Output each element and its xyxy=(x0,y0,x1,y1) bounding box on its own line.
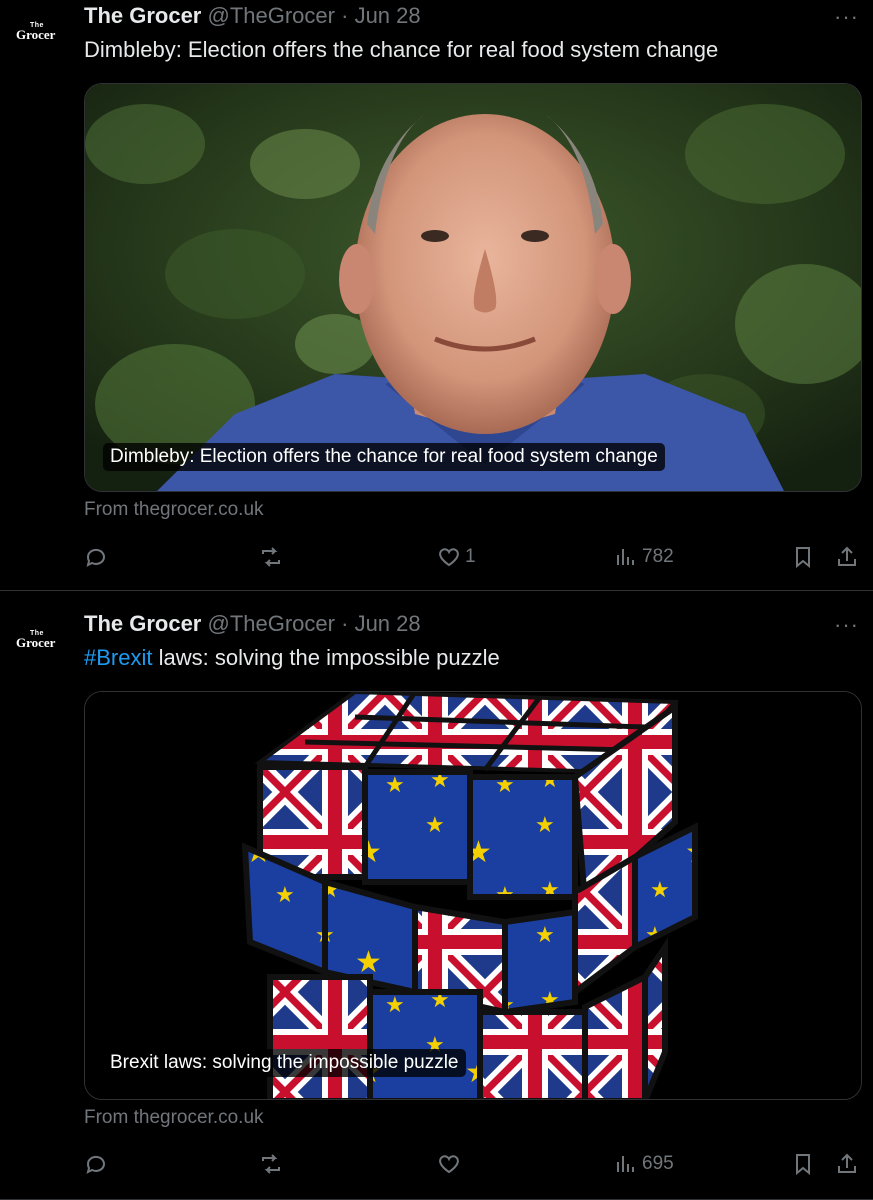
views-button[interactable]: 695 xyxy=(614,1149,674,1179)
heart-icon xyxy=(439,1155,459,1174)
bookmark-button[interactable] xyxy=(791,542,815,572)
reply-button[interactable] xyxy=(84,1149,108,1179)
user-handle[interactable]: @TheGrocer xyxy=(208,3,335,28)
retweet-button[interactable] xyxy=(259,542,283,572)
more-options-icon[interactable]: ··· xyxy=(834,614,859,636)
separator: · xyxy=(341,3,349,28)
more-options-icon[interactable]: ··· xyxy=(834,6,859,28)
user-handle[interactable]: @TheGrocer xyxy=(208,611,335,636)
tweet-text: Dimbleby: Election offers the chance for… xyxy=(84,37,719,62)
tweet-text-rest: laws: solving the impossible puzzle xyxy=(152,645,500,670)
like-count: 1 xyxy=(465,546,476,567)
like-button[interactable]: 1 xyxy=(437,542,476,572)
reply-icon xyxy=(86,548,105,567)
timestamp[interactable]: Jun 28 xyxy=(355,3,421,28)
retweet-icon xyxy=(262,547,280,567)
tweet-header: The Grocer @TheGrocer · Jun 28 xyxy=(84,3,421,29)
card-caption: Brexit laws: solving the impossible puzz… xyxy=(103,1049,466,1077)
bookmark-button[interactable] xyxy=(791,1149,815,1179)
card-image-portrait xyxy=(85,84,861,491)
heart-icon xyxy=(439,548,459,567)
share-button[interactable] xyxy=(835,542,859,572)
share-icon xyxy=(838,1153,856,1173)
link-card[interactable]: ★ ★ ★ ★ xyxy=(84,691,862,1100)
action-bar: 695 xyxy=(84,1149,864,1179)
tweet[interactable]: The Grocer The Grocer @TheGrocer · Jun 2… xyxy=(0,592,873,1200)
retweet-icon xyxy=(262,1154,280,1174)
tweet-header: The Grocer @TheGrocer · Jun 28 xyxy=(84,611,421,637)
card-source[interactable]: From thegrocer.co.uk xyxy=(84,1107,264,1129)
avatar[interactable]: The Grocer xyxy=(16,22,68,52)
bookmark-icon xyxy=(796,547,810,569)
card-image-rubiks-cube: ★ ★ ★ ★ xyxy=(85,692,861,1099)
timestamp[interactable]: Jun 28 xyxy=(355,611,421,636)
reply-icon xyxy=(86,1155,105,1174)
views-icon xyxy=(617,549,634,565)
share-button[interactable] xyxy=(835,1149,859,1179)
tweet-text: #Brexit laws: solving the impossible puz… xyxy=(84,645,500,671)
view-count: 782 xyxy=(642,546,674,567)
hashtag-link[interactable]: #Brexit xyxy=(84,645,152,670)
tweet[interactable]: The Grocer The Grocer @TheGrocer · Jun 2… xyxy=(0,0,873,591)
card-source[interactable]: From thegrocer.co.uk xyxy=(84,499,264,521)
avatar-main-text: Grocer xyxy=(16,635,56,650)
separator: · xyxy=(341,611,349,636)
link-card[interactable]: Dimbleby: Election offers the chance for… xyxy=(84,83,862,492)
reply-button[interactable] xyxy=(84,542,108,572)
share-icon xyxy=(838,546,856,566)
bookmark-icon xyxy=(796,1154,810,1176)
avatar-main-text: Grocer xyxy=(16,27,56,42)
display-name[interactable]: The Grocer xyxy=(84,611,201,636)
retweet-button[interactable] xyxy=(259,1149,283,1179)
card-caption: Dimbleby: Election offers the chance for… xyxy=(103,443,665,471)
views-button[interactable]: 782 xyxy=(614,542,674,572)
views-icon xyxy=(617,1156,634,1172)
avatar[interactable]: The Grocer xyxy=(16,630,68,660)
view-count: 695 xyxy=(642,1153,674,1174)
display-name[interactable]: The Grocer xyxy=(84,3,201,28)
action-bar: 1 782 xyxy=(84,542,864,572)
like-button[interactable] xyxy=(437,1149,461,1179)
